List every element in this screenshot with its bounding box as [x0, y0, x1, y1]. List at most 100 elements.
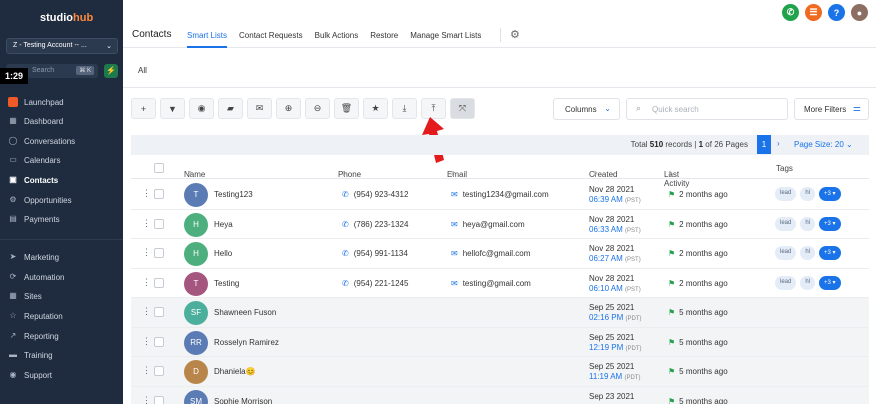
contact-phone[interactable]: ✆ (954) 221-1245 [342, 279, 408, 288]
gear-icon[interactable]: ⚙ [510, 28, 520, 41]
contact-email[interactable]: ✉ heya@gmail.com [451, 220, 525, 229]
tag-badge[interactable]: +3 ▾ [819, 187, 841, 201]
filter-icon: ⚌ [852, 103, 861, 113]
sidebar-item-launchpad[interactable]: Launchpad [8, 95, 64, 109]
contact-name[interactable]: Dhaniela😊 [214, 367, 256, 376]
tab-smart-lists[interactable]: Smart Lists [187, 26, 228, 48]
sidebar-item-conversations[interactable]: ◯ Conversations [8, 134, 76, 148]
row-checkbox[interactable] [154, 336, 164, 347]
import-button[interactable]: ⤓ [392, 98, 417, 119]
add-tag-button[interactable]: ⊕ [276, 98, 301, 119]
row-checkbox[interactable] [154, 307, 164, 317]
star-button[interactable]: ★ [363, 98, 388, 119]
tag-badge[interactable]: hl [800, 246, 816, 260]
sms-button[interactable]: ▰ [218, 98, 243, 119]
sidebar-item-reporting[interactable]: ↗ Reporting [8, 329, 59, 343]
tag-badge[interactable]: hl [800, 187, 816, 201]
next-page-icon[interactable]: › [777, 139, 780, 148]
select-all-checkbox[interactable] [154, 163, 164, 173]
contact-name[interactable]: Testing123 [214, 190, 253, 199]
tag-badge[interactable]: hl [800, 275, 816, 290]
more-options-icon[interactable]: ⋮ [142, 365, 151, 376]
tag-badge[interactable]: +3 ▾ [819, 216, 841, 231]
contact-email[interactable]: ✉ testing1234@gmail.com [451, 190, 549, 199]
notifications-icon[interactable]: ☰ [805, 4, 822, 21]
sidebar-item-dashboard[interactable]: ▦ Dashboard [8, 114, 63, 128]
contact-phone[interactable]: ✆ (954) 923-4312 [342, 190, 408, 199]
tag-badge[interactable]: lead [775, 187, 797, 201]
contact-name[interactable]: Shawneen Fuson [214, 308, 276, 317]
bolt-icon[interactable]: ⚡ [104, 64, 118, 78]
row-checkbox[interactable] [154, 218, 164, 229]
contact-name[interactable]: Heya [214, 220, 233, 229]
row-checkbox[interactable] [154, 366, 164, 376]
contact-name[interactable]: Sophie Morrison [214, 397, 272, 404]
account-switcher[interactable]: Z - Testing Account -- ... ⌄ [6, 38, 118, 54]
sidebar-item-contacts[interactable]: ▣ Contacts [8, 173, 58, 187]
table-row[interactable]: ⋮ SM Sophie Morrison Sep 23 2021 ⚑ 5 months … [131, 386, 869, 404]
table-row[interactable]: ⋮ H Heya ✆ (786) 223-1324 ✉ heya@gmail.com Nov … [131, 210, 869, 239]
tab-contact-requests[interactable]: Contact Requests [239, 26, 303, 48]
sidebar-item-sites[interactable]: ▦ Sites [8, 289, 42, 303]
more-options-icon[interactable]: ⋮ [142, 247, 151, 258]
more-options-icon[interactable]: ⋮ [142, 218, 151, 229]
more-options-icon[interactable]: ⋮ [142, 188, 151, 199]
table-row[interactable]: ⋮ T Testing ✆ (954) 221-1245 ✉ testing@gmail.c… [131, 269, 869, 298]
delete-button[interactable]: 🗑 [334, 98, 359, 119]
user-avatar[interactable]: ● [851, 4, 868, 21]
tab-manage-smart-lists[interactable]: Manage Smart Lists [410, 26, 481, 48]
more-options-icon[interactable]: ⋮ [142, 336, 151, 347]
more-options-icon[interactable]: ⋮ [142, 277, 151, 288]
row-checkbox[interactable] [154, 248, 164, 258]
more-options-icon[interactable]: ⋮ [142, 306, 151, 317]
tag-badge[interactable]: +3 ▾ [819, 275, 841, 290]
contact-phone[interactable]: ✆ (954) 991-1134 [342, 249, 408, 258]
tag-badge[interactable]: lead [775, 275, 797, 290]
tab-restore[interactable]: Restore [370, 26, 398, 48]
contact-email[interactable]: ✉ testing@gmail.com [451, 279, 531, 288]
more-options-icon[interactable]: ⋮ [142, 395, 151, 404]
help-icon[interactable]: ? [828, 4, 845, 21]
page-size-select[interactable]: Page Size: 20 ⌄ [794, 140, 853, 149]
sidebar-item-payments[interactable]: ▤ Payments [8, 212, 59, 226]
contact-name[interactable]: Testing [214, 279, 239, 288]
tag-badge[interactable]: +3 ▾ [819, 246, 841, 260]
tag-badge[interactable]: lead [775, 246, 797, 260]
sites-icon: ▦ [9, 291, 17, 300]
email-button[interactable]: ✉ [247, 98, 272, 119]
table-row[interactable]: ⋮ RR Rosselyn Ramirez Sep 25 2021 12:19 PM (… [131, 327, 869, 357]
phone-icon[interactable]: ✆ [782, 4, 799, 21]
contact-phone[interactable]: ✆ (786) 223-1324 [342, 220, 408, 229]
row-checkbox[interactable] [154, 395, 164, 404]
sidebar-item-marketing[interactable]: ➤ Marketing [8, 250, 59, 264]
mail-icon: ✉ [451, 249, 458, 258]
table-row[interactable]: ⋮ D Dhaniela😊 Sep 25 2021 11:19 AM (PDT) ⚑ 5 m… [131, 357, 869, 387]
workflow-button[interactable]: ◉ [189, 98, 214, 119]
row-checkbox[interactable] [154, 277, 164, 288]
tag-badge[interactable]: lead [775, 216, 797, 231]
sidebar-item-reputation[interactable]: ☆ Reputation [8, 309, 62, 323]
sidebar-item-opportunities[interactable]: ⚙ Opportunities [8, 193, 71, 207]
sidebar-item-calendars[interactable]: ▭ Calendars [8, 153, 60, 167]
remove-tag-button[interactable]: ⊖ [305, 98, 330, 119]
add-contact-button[interactable]: + [131, 98, 156, 119]
quick-search-input[interactable]: ⌕ Quick search [626, 98, 788, 120]
tag-badge[interactable]: hl [800, 216, 816, 231]
columns-dropdown[interactable]: Columns ⌄ [553, 98, 620, 120]
sidebar-item-automation[interactable]: ⟳ Automation [8, 270, 65, 284]
sidebar-item-support[interactable]: ◉ Support [8, 368, 53, 382]
filter-button[interactable]: ▼ [160, 98, 185, 119]
table-row[interactable]: ⋮ T Testing123 ✆ (954) 923-4312 ✉ testing1234@… [131, 180, 869, 210]
tab-all[interactable]: All [138, 66, 147, 75]
more-filters-button[interactable]: More Filters ⚌ [794, 98, 869, 120]
contact-name[interactable]: Hello [214, 249, 232, 258]
contact-name[interactable]: Rosselyn Ramirez [214, 338, 279, 347]
merge-button[interactable]: ⤧ [450, 98, 475, 119]
tab-bulk-actions[interactable]: Bulk Actions [315, 26, 359, 48]
page-button-1[interactable]: 1 [757, 135, 771, 154]
sidebar-item-training[interactable]: ▬ Training [8, 348, 53, 362]
table-row[interactable]: ⋮ SF Shawneen Fuson Sep 25 2021 02:16 PM (PD… [131, 298, 869, 328]
table-row[interactable]: ⋮ H Hello ✆ (954) 991-1134 ✉ hellofc@gmail.com… [131, 239, 869, 269]
contact-email[interactable]: ✉ hellofc@gmail.com [451, 249, 530, 258]
row-checkbox[interactable] [154, 189, 164, 199]
